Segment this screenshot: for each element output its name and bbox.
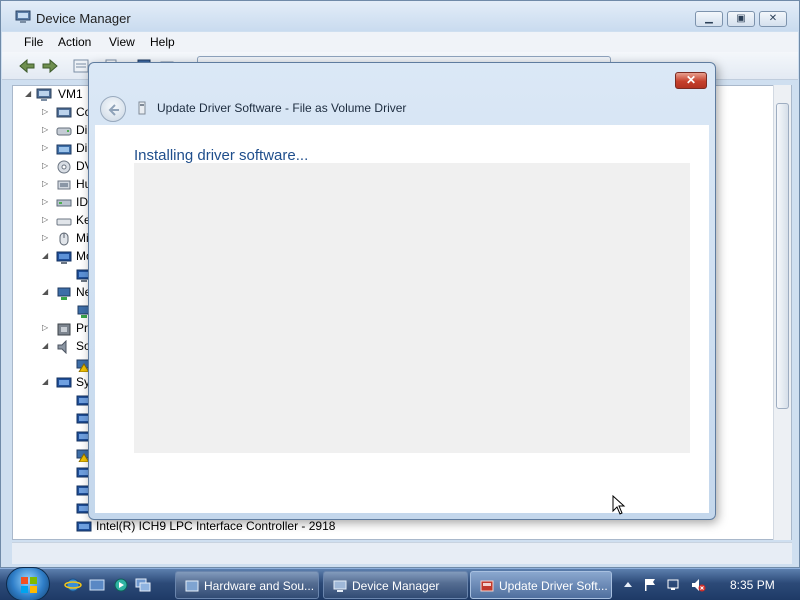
show-desktop-icon[interactable] bbox=[88, 577, 106, 593]
keyboard-icon bbox=[56, 214, 72, 228]
menu-help[interactable]: Help bbox=[150, 35, 175, 49]
expanded-arrow-icon[interactable]: ◢ bbox=[42, 342, 50, 350]
task-button-device-manager[interactable]: Device Manager bbox=[323, 571, 468, 599]
update-driver-icon bbox=[479, 578, 495, 594]
device-manager-icon bbox=[332, 578, 348, 594]
collapsed-arrow-icon[interactable]: ▷ bbox=[42, 144, 50, 152]
maximize-button[interactable]: ▣ bbox=[727, 11, 755, 27]
close-button[interactable]: ✕ bbox=[759, 11, 787, 27]
menu-file[interactable]: File bbox=[24, 35, 43, 49]
tree-expander-icon[interactable]: ◢ bbox=[25, 90, 33, 98]
collapsed-arrow-icon[interactable]: ▷ bbox=[42, 162, 50, 170]
driver-icon bbox=[137, 101, 147, 115]
menu-view[interactable]: View bbox=[109, 35, 135, 49]
windows-logo-icon bbox=[21, 577, 37, 593]
collapsed-arrow-icon[interactable]: ▷ bbox=[42, 234, 50, 242]
expanded-arrow-icon[interactable]: ◢ bbox=[42, 378, 50, 386]
mouse-icon bbox=[56, 232, 72, 246]
speaker-icon bbox=[56, 339, 72, 355]
collapsed-arrow-icon[interactable]: ▷ bbox=[42, 324, 50, 332]
progress-area bbox=[134, 163, 690, 453]
mouse-cursor-icon bbox=[612, 495, 626, 515]
menu-action[interactable]: Action bbox=[58, 35, 91, 49]
display-adapter-icon bbox=[56, 142, 72, 156]
internet-explorer-icon[interactable] bbox=[64, 577, 82, 593]
dialog-content: Installing driver software... bbox=[95, 125, 709, 513]
vertical-scrollbar[interactable] bbox=[773, 85, 791, 540]
computer-icon bbox=[56, 106, 72, 120]
task-button-update-driver[interactable]: Update Driver Soft... bbox=[470, 571, 612, 599]
collapsed-arrow-icon[interactable]: ▷ bbox=[42, 216, 50, 224]
minimize-button[interactable]: ▁ bbox=[695, 11, 723, 27]
action-center-flag-icon[interactable] bbox=[642, 577, 658, 593]
title-bar[interactable]: Device Manager ▁ ▣ ✕ bbox=[1, 1, 799, 31]
dialog-back-button[interactable] bbox=[100, 96, 126, 122]
installing-heading: Installing driver software... bbox=[134, 147, 309, 164]
clock[interactable]: 8:35 PM bbox=[730, 578, 775, 592]
collapsed-arrow-icon[interactable]: ▷ bbox=[42, 126, 50, 134]
task-label: Device Manager bbox=[352, 579, 440, 593]
media-player-icon[interactable] bbox=[112, 577, 130, 593]
expanded-arrow-icon[interactable]: ◢ bbox=[42, 288, 50, 296]
network-icon[interactable] bbox=[666, 577, 682, 593]
control-panel-icon bbox=[184, 578, 200, 594]
tree-label: Mi bbox=[76, 231, 89, 245]
collapsed-arrow-icon[interactable]: ▷ bbox=[42, 198, 50, 206]
system-devices-icon bbox=[56, 376, 72, 390]
close-icon: ✕ bbox=[768, 13, 778, 24]
switch-windows-icon[interactable] bbox=[134, 577, 152, 593]
tree-label: Pr bbox=[76, 321, 88, 335]
start-button[interactable] bbox=[6, 567, 50, 600]
minimize-icon: ▁ bbox=[705, 13, 713, 24]
hid-icon bbox=[56, 178, 72, 192]
tree-label: Di bbox=[76, 123, 88, 137]
task-label: Hardware and Sou... bbox=[204, 579, 315, 593]
system-device-icon bbox=[76, 520, 92, 534]
task-button-hardware-and-sound[interactable]: Hardware and Sou... bbox=[175, 571, 319, 599]
back-arrow-icon bbox=[108, 104, 119, 116]
status-bar bbox=[12, 542, 792, 564]
back-arrow-icon[interactable] bbox=[18, 58, 36, 74]
tree-root-label: VM1 bbox=[58, 87, 83, 101]
dialog-close-button[interactable]: ✕ bbox=[675, 72, 707, 89]
forward-arrow-icon[interactable] bbox=[41, 58, 59, 74]
task-label: Update Driver Soft... bbox=[499, 579, 608, 593]
menu-bar: File Action View Help bbox=[2, 32, 798, 52]
network-adapter-icon bbox=[56, 286, 72, 300]
notification-area: 8:35 PM bbox=[612, 571, 800, 599]
collapsed-arrow-icon[interactable]: ▷ bbox=[42, 108, 50, 116]
update-driver-dialog: ✕ Update Driver Software - File as Volum… bbox=[88, 62, 716, 520]
scrollbar-thumb[interactable] bbox=[776, 103, 789, 409]
show-hidden-icons-icon[interactable] bbox=[620, 577, 636, 593]
maximize-icon: ▣ bbox=[736, 13, 746, 24]
monitor-icon bbox=[56, 250, 72, 264]
close-icon: ✕ bbox=[685, 73, 697, 87]
device-manager-icon bbox=[15, 10, 31, 24]
processor-icon bbox=[56, 322, 72, 336]
disk-drive-icon bbox=[56, 124, 72, 138]
ide-controller-icon bbox=[56, 196, 72, 210]
tree-label: ID bbox=[76, 195, 88, 209]
computer-icon bbox=[36, 88, 52, 102]
expanded-arrow-icon[interactable]: ◢ bbox=[42, 252, 50, 260]
tree-label: Intel(R) ICH9 LPC Interface Controller -… bbox=[96, 519, 336, 533]
taskbar: Hardware and Sou... Device Manager Updat… bbox=[0, 567, 800, 600]
collapsed-arrow-icon[interactable]: ▷ bbox=[42, 180, 50, 188]
tree-label: Di bbox=[76, 141, 88, 155]
dvd-drive-icon bbox=[56, 160, 72, 174]
volume-muted-icon[interactable] bbox=[690, 577, 706, 593]
dialog-title: Update Driver Software - File as Volume … bbox=[157, 101, 407, 115]
window-title: Device Manager bbox=[36, 11, 131, 26]
